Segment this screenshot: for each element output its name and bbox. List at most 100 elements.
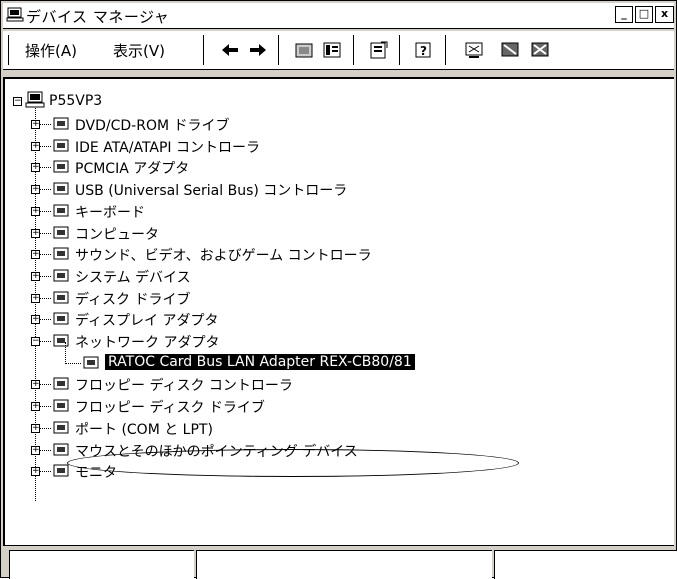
- network-icon: [53, 334, 69, 347]
- expand-icon[interactable]: +: [31, 380, 40, 389]
- collapse-icon[interactable]: −: [13, 97, 22, 106]
- expand-icon[interactable]: +: [31, 185, 40, 194]
- expand-icon[interactable]: +: [31, 294, 40, 303]
- forward-icon[interactable]: [247, 40, 269, 60]
- category-label: PCMCIA アダプタ: [75, 161, 190, 177]
- keyboard-icon: [53, 204, 69, 217]
- tree-category-item[interactable]: + IDE ATA/ATAPI コントローラ: [5, 135, 645, 157]
- disk-drive-icon: [53, 291, 69, 304]
- category-label: マウスとそのほかのポインティング デバイス: [75, 444, 358, 460]
- expand-icon[interactable]: +: [31, 250, 40, 259]
- title-bar[interactable]: デバイス マネージャ _ □ x: [3, 3, 674, 29]
- computer-icon: [53, 226, 69, 239]
- device-tree[interactable]: − P55VP3 + DVD/CD-ROM ドライブ + IDE ATA/ATAPI …: [3, 77, 674, 546]
- disable-device-icon[interactable]: [499, 40, 521, 60]
- minimize-button[interactable]: _: [615, 6, 633, 23]
- tree-category-item[interactable]: + フロッピー ディスク ドライブ: [5, 395, 645, 417]
- floppy-drive-icon: [53, 399, 69, 412]
- category-label: システム デバイス: [75, 270, 191, 286]
- device-manager-window: デバイス マネージャ _ □ x 操作(A) 表示(V) ? − P55VP3 …: [0, 0, 677, 579]
- status-panel-1: [9, 550, 194, 579]
- tree-category-item[interactable]: + キーボード: [5, 200, 645, 222]
- tree-connector: [65, 342, 66, 364]
- tree-category-item[interactable]: + PCMCIA アダプタ: [5, 156, 645, 178]
- tree-category-item[interactable]: + ポート (COM と LPT): [5, 417, 645, 439]
- tree-category-item[interactable]: + モニタ: [5, 460, 645, 482]
- system-device-icon: [53, 269, 69, 282]
- maximize-button[interactable]: □: [635, 6, 653, 23]
- tree-category-item[interactable]: + フロッピー ディスク コントローラ: [5, 373, 645, 395]
- collapse-icon[interactable]: −: [31, 337, 40, 346]
- menu-action[interactable]: 操作(A): [25, 40, 77, 61]
- tree-category-item[interactable]: + サウンド、ビデオ、およびゲーム コントローラ: [5, 243, 645, 265]
- display-icon: [53, 312, 69, 325]
- expand-icon[interactable]: +: [31, 315, 40, 324]
- toolbar-grip[interactable]: [8, 35, 11, 65]
- category-label: DVD/CD-ROM ドライブ: [75, 118, 230, 134]
- toolbar-separator: [445, 35, 448, 65]
- expand-icon[interactable]: +: [31, 424, 40, 433]
- toolbar-separator: [399, 35, 402, 65]
- category-label: キーボード: [75, 205, 145, 221]
- uninstall-device-icon[interactable]: [529, 40, 551, 60]
- toolbar: 操作(A) 表示(V) ?: [3, 31, 674, 70]
- expand-icon[interactable]: +: [31, 207, 40, 216]
- expand-icon[interactable]: +: [31, 446, 40, 455]
- help-icon[interactable]: ?: [413, 40, 435, 60]
- tree-category-item[interactable]: + DVD/CD-ROM ドライブ: [5, 113, 645, 135]
- tree-category-item[interactable]: + システム デバイス: [5, 265, 645, 287]
- category-label: コンピュータ: [75, 227, 159, 243]
- category-label: ディスク ドライブ: [75, 292, 191, 308]
- tree-root[interactable]: − P55VP3: [5, 91, 405, 113]
- device-manager-icon: [6, 7, 24, 22]
- scan-hardware-icon[interactable]: [463, 40, 485, 60]
- tree-connector: [65, 363, 81, 364]
- status-panel-3: [494, 550, 677, 579]
- pcmcia-icon: [53, 160, 69, 173]
- window-title: デバイス マネージャ: [26, 8, 170, 26]
- expand-icon[interactable]: +: [31, 229, 40, 238]
- status-panel-2: [196, 550, 492, 579]
- category-label: モニタ: [75, 465, 117, 481]
- menu-view[interactable]: 表示(V): [113, 40, 165, 61]
- computer-root-icon: [25, 91, 45, 108]
- tree-category-item[interactable]: + ディスプレイ アダプタ: [5, 308, 645, 330]
- category-label: ディスプレイ アダプタ: [75, 313, 219, 329]
- status-bar: [9, 550, 677, 579]
- toolbar-separator: [203, 35, 206, 65]
- floppy-controller-icon: [53, 377, 69, 390]
- toolbar-separator: [278, 35, 281, 65]
- category-label: USB (Universal Serial Bus) コントローラ: [75, 183, 348, 199]
- properties-icon[interactable]: [367, 40, 389, 60]
- category-label: フロッピー ディスク ドライブ: [75, 400, 265, 416]
- network-card-icon: [83, 356, 99, 369]
- port-icon: [53, 421, 69, 434]
- expand-icon[interactable]: +: [31, 272, 40, 281]
- ide-controller-icon: [53, 139, 69, 152]
- expand-icon[interactable]: +: [31, 402, 40, 411]
- expand-icon[interactable]: +: [31, 163, 40, 172]
- selected-device-label: RATOC Card Bus LAN Adapter REX-CB80/81: [105, 354, 415, 370]
- tree-device-item[interactable]: RATOC Card Bus LAN Adapter REX-CB80/81: [5, 352, 645, 374]
- tree-category-item[interactable]: + コンピュータ: [5, 222, 645, 244]
- up-folder-icon[interactable]: [293, 40, 315, 60]
- toolbar-separator: [353, 35, 356, 65]
- back-icon[interactable]: [219, 40, 241, 60]
- show-hide-tree-icon[interactable]: [321, 40, 343, 60]
- tree-category-item[interactable]: + マウスとそのほかのポインティング デバイス: [5, 439, 645, 461]
- expand-icon[interactable]: +: [31, 120, 40, 129]
- usb-icon: [53, 182, 69, 195]
- tree-category-item[interactable]: + USB (Universal Serial Bus) コントローラ: [5, 178, 645, 200]
- expand-icon[interactable]: +: [31, 142, 40, 151]
- expand-icon[interactable]: +: [31, 467, 40, 476]
- cdrom-icon: [53, 117, 69, 130]
- close-button[interactable]: x: [655, 6, 674, 23]
- category-label: フロッピー ディスク コントローラ: [75, 378, 293, 394]
- category-label: IDE ATA/ATAPI コントローラ: [75, 140, 261, 156]
- tree-category-item[interactable]: − ネットワーク アダプタ: [5, 330, 645, 352]
- root-label: P55VP3: [49, 93, 103, 109]
- category-label: ポート (COM と LPT): [75, 422, 213, 438]
- monitor-icon: [53, 464, 69, 477]
- sound-icon: [53, 247, 69, 260]
- tree-category-item[interactable]: + ディスク ドライブ: [5, 287, 645, 309]
